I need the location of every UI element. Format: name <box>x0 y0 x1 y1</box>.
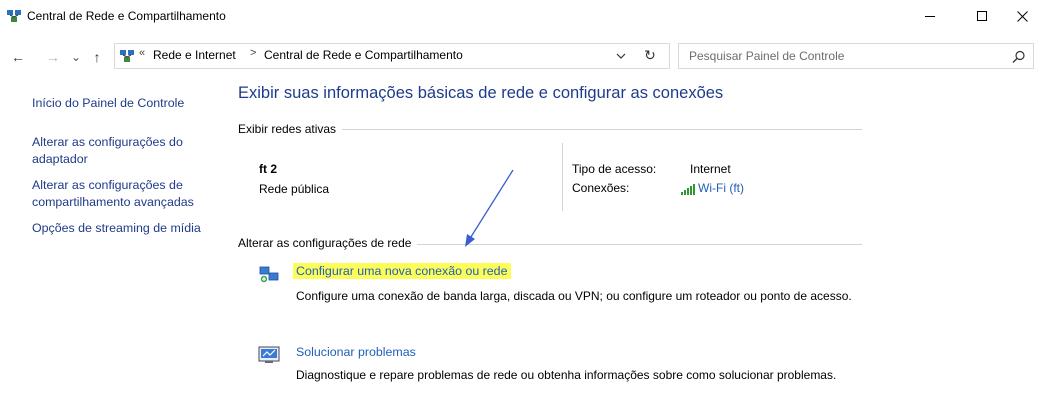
up-icon[interactable]: ↑ <box>89 47 105 67</box>
network-profile[interactable]: Rede pública <box>259 182 329 196</box>
recent-locations-icon[interactable]: ⌄ <box>69 47 83 67</box>
setup-new-connection-link[interactable]: Configurar uma nova conexão ou rede <box>293 263 512 279</box>
title-bar: Central de Rede e Compartilhamento <box>0 0 1042 32</box>
connections-label: Conexões: <box>572 181 630 195</box>
access-type-value: Internet <box>690 162 731 176</box>
chevron-down-icon[interactable] <box>614 49 628 63</box>
troubleshoot-link[interactable]: Solucionar problemas <box>296 345 416 359</box>
wifi-connection-link[interactable]: Wi-Fi (ft) <box>681 181 744 195</box>
page-title: Exibir suas informações básicas de rede … <box>238 84 724 102</box>
search-icon[interactable] <box>1011 49 1027 65</box>
new-connection-icon <box>259 266 279 283</box>
maximize-button[interactable] <box>962 4 1002 28</box>
access-type-label: Tipo de acesso: <box>572 162 657 176</box>
setup-new-connection-description: Configure uma conexão de banda larga, di… <box>296 289 852 303</box>
network-panel-divider <box>562 143 563 211</box>
breadcrumb-separator[interactable]: > <box>250 47 256 59</box>
minimize-icon <box>925 15 935 17</box>
troubleshoot-description: Diagnostique e repare problemas de rede … <box>296 368 837 382</box>
network-center-icon <box>7 10 21 22</box>
change-settings-label: Alterar as configurações de rede <box>238 236 418 250</box>
breadcrumb-central-rede[interactable]: Central de Rede e Compartilhamento <box>264 48 463 62</box>
breadcrumb-rede-internet[interactable]: Rede e Internet <box>153 48 236 62</box>
search-box[interactable]: Pesquisar Painel de Controle <box>678 43 1034 69</box>
address-bar[interactable]: « Rede e Internet > Central de Rede e Co… <box>114 43 670 69</box>
sidebar-item-adapter-settings[interactable]: Alterar as configurações do adaptador <box>32 134 197 168</box>
search-input[interactable]: Pesquisar Painel de Controle <box>689 49 844 63</box>
network-center-icon <box>120 50 134 62</box>
close-icon <box>1016 10 1028 22</box>
refresh-icon[interactable]: ↻ <box>640 47 660 65</box>
minimize-button[interactable] <box>910 4 950 28</box>
troubleshoot-icon <box>258 346 280 363</box>
sidebar-item-advanced-sharing[interactable]: Alterar as configurações de compartilham… <box>32 177 207 211</box>
active-networks-label: Exibir redes ativas <box>238 122 343 136</box>
forward-icon[interactable]: → <box>44 47 62 67</box>
back-icon[interactable]: ← <box>8 47 28 67</box>
window-title: Central de Rede e Compartilhamento <box>27 9 226 23</box>
close-button[interactable] <box>1002 4 1042 28</box>
sidebar-item-home[interactable]: Início do Painel de Controle <box>32 95 212 112</box>
wifi-signal-icon <box>681 184 695 195</box>
maximize-icon <box>977 11 987 21</box>
wifi-connection-label[interactable]: Wi-Fi (ft) <box>698 181 744 195</box>
network-name: ft 2 <box>259 162 277 176</box>
sidebar-item-media-streaming[interactable]: Opções de streaming de mídia <box>32 220 222 237</box>
setup-new-connection-label[interactable]: Configurar uma nova conexão ou rede <box>293 263 512 279</box>
breadcrumb-overflow[interactable]: « <box>139 47 145 59</box>
